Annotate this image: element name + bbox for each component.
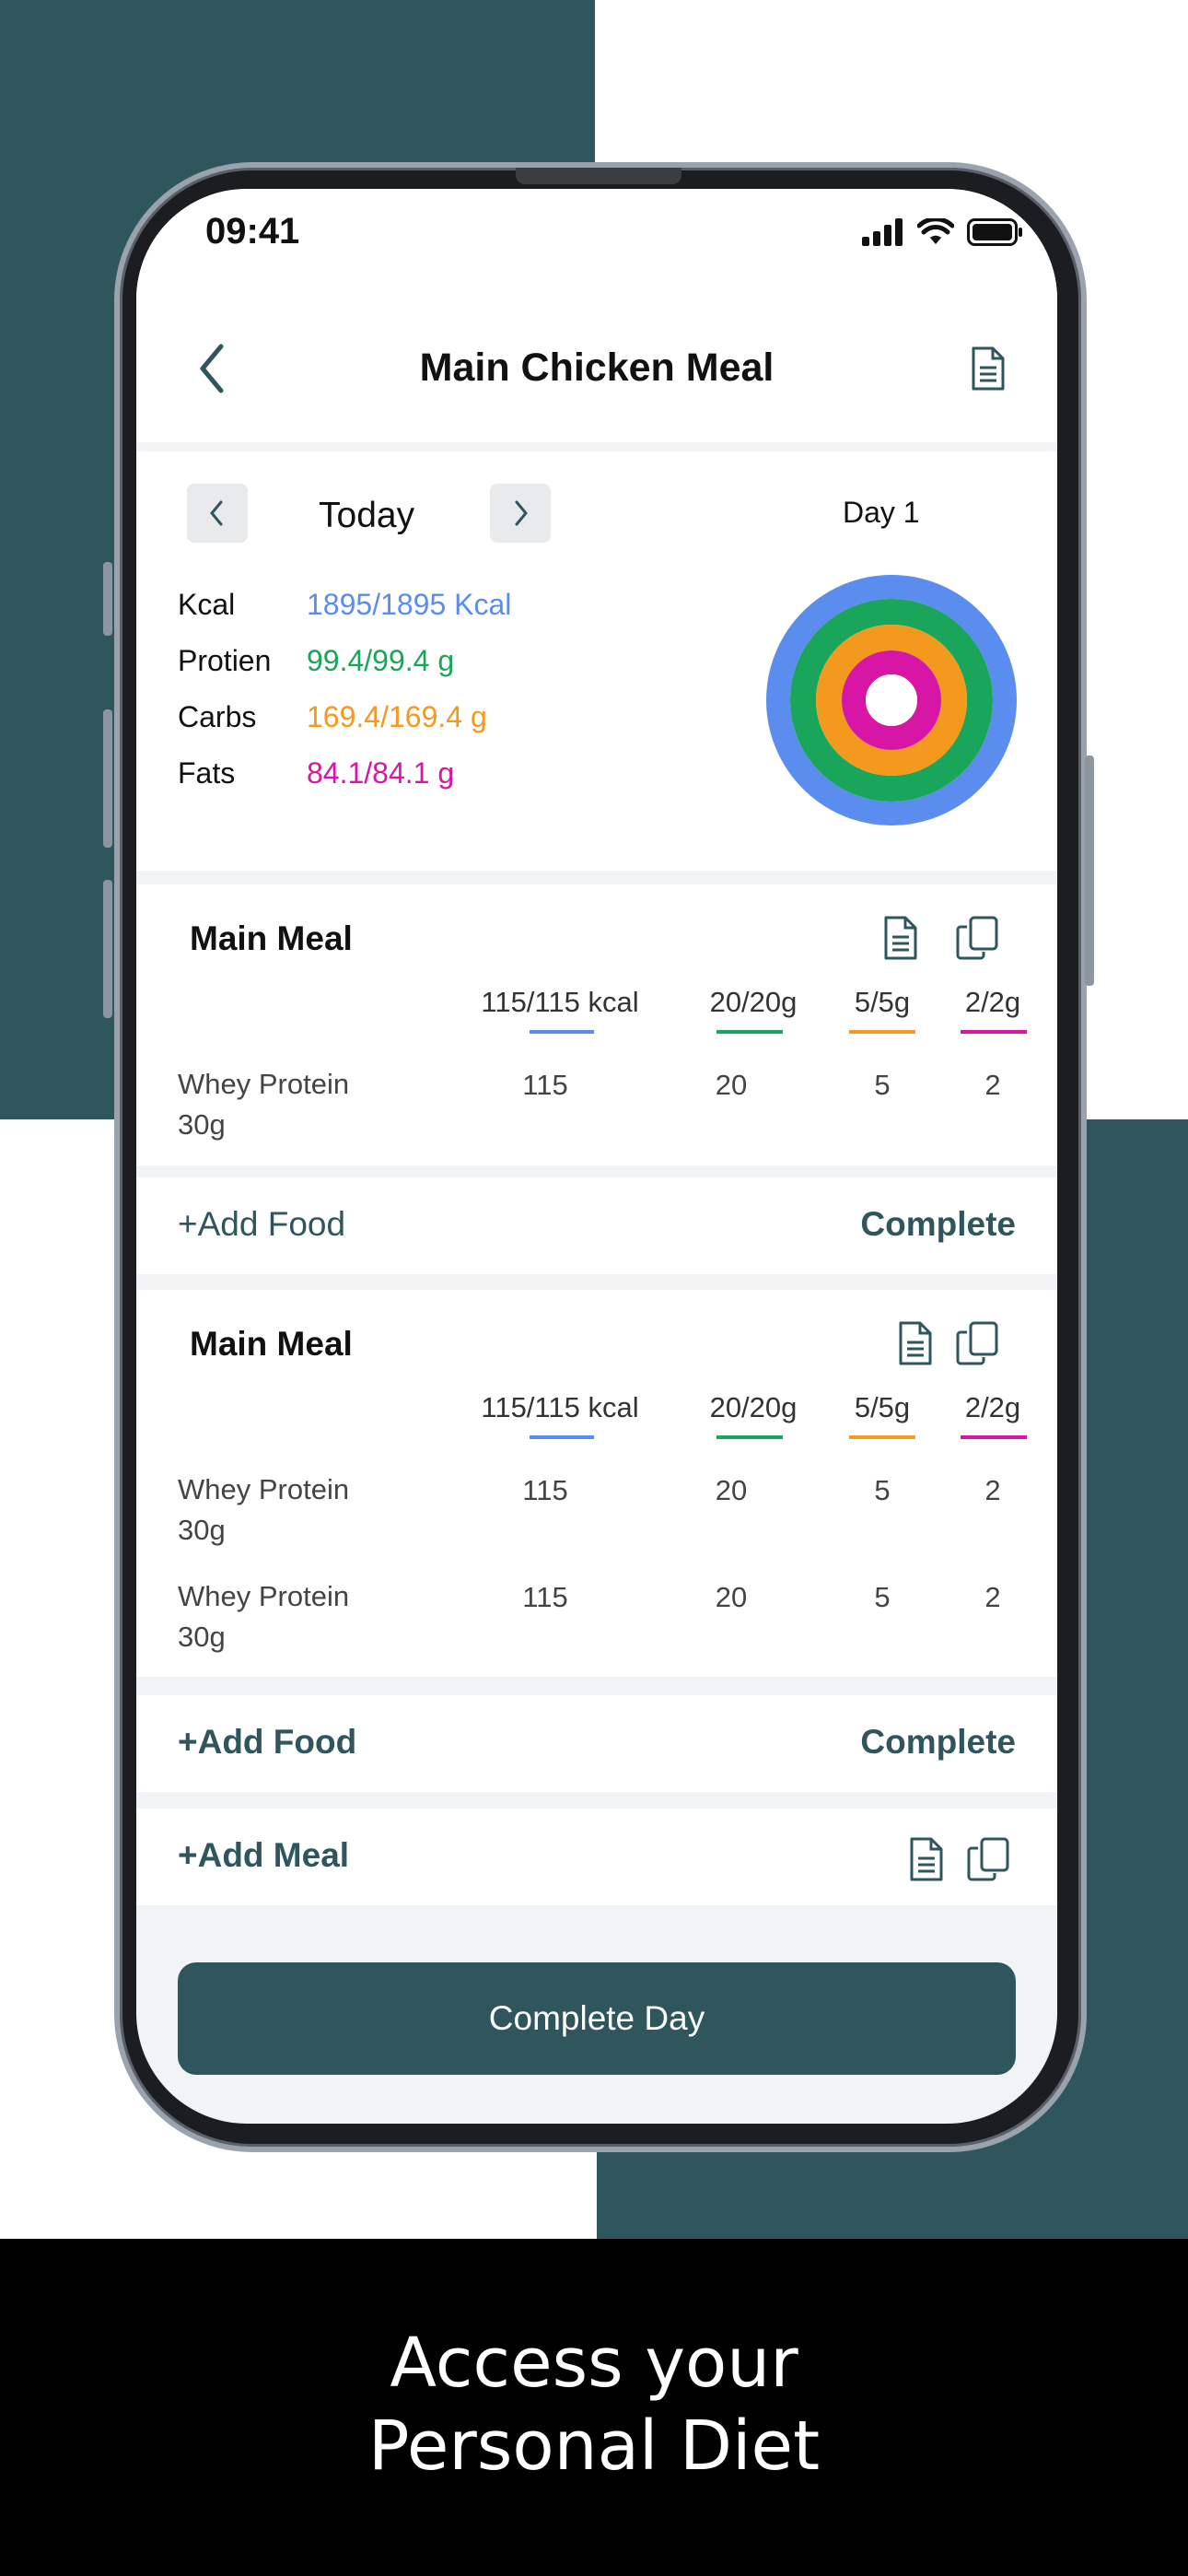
- food-name: Whey Protein: [178, 1580, 350, 1612]
- app-header: Main Chicken Meal: [136, 290, 1057, 442]
- copy-icon[interactable]: [954, 915, 1000, 961]
- power-button: [1085, 755, 1094, 986]
- add-meal-row: +Add Meal: [136, 1809, 1057, 1905]
- header-carbs: 5/5g: [854, 986, 911, 1018]
- meal-card-2: Main Meal 115/115 kcal 20/20g 5/5g 2/2g: [136, 1290, 1057, 1677]
- fats-underline: [961, 1435, 1027, 1439]
- add-food-button[interactable]: +Add Food: [178, 1723, 356, 1762]
- chevron-right-icon: [515, 500, 528, 526]
- complete-day-button[interactable]: Complete Day: [178, 1962, 1016, 2075]
- next-day-button[interactable]: [490, 484, 551, 543]
- food-name: Whey Protein: [178, 1473, 350, 1505]
- header-kcal: 115/115 kcal: [481, 1391, 639, 1423]
- header-protein: 20/20g: [709, 1391, 798, 1423]
- caption-line-1: Access your: [390, 2324, 798, 2403]
- speaker-notch: [516, 168, 681, 184]
- meal-card-1: Main Meal 115/115 kcal 20/20g 5/5g 2/2g: [136, 884, 1057, 1165]
- food-item-name[interactable]: Whey Protein 30g: [178, 1064, 349, 1145]
- food-protein: 20: [715, 1581, 748, 1613]
- protein-underline: [716, 1435, 783, 1439]
- macro-rings-chart: [766, 575, 1017, 825]
- food-kcal: 115: [522, 1581, 568, 1613]
- header-protein: 20/20g: [709, 986, 798, 1018]
- add-food-button[interactable]: +Add Food: [178, 1205, 345, 1244]
- previous-day-button[interactable]: [187, 484, 248, 543]
- food-kcal: 115: [522, 1474, 568, 1506]
- promo-caption: Access your Personal Diet: [0, 2322, 1188, 2488]
- add-meal-button[interactable]: +Add Meal: [178, 1836, 349, 1875]
- food-name: Whey Protein: [178, 1068, 350, 1100]
- header-carbs: 5/5g: [854, 1391, 911, 1423]
- macro-label-kcal: Kcal: [178, 588, 236, 621]
- document-icon[interactable]: [897, 1320, 934, 1366]
- mute-switch: [103, 562, 112, 636]
- header-fats: 2/2g: [964, 1391, 1021, 1423]
- protein-underline: [716, 1030, 783, 1034]
- meal-2-actions: +Add Food Complete: [136, 1695, 1057, 1792]
- chevron-left-icon: [210, 500, 223, 526]
- carbs-underline: [849, 1030, 915, 1034]
- food-fats: 2: [984, 1474, 1001, 1506]
- signal-icon: [862, 218, 903, 246]
- caption-line-2: Personal Diet: [367, 2406, 821, 2486]
- page-title: Main Chicken Meal: [419, 345, 775, 390]
- carbs-underline: [849, 1435, 915, 1439]
- food-carbs: 5: [874, 1069, 891, 1101]
- food-item-name[interactable]: Whey Protein 30g: [178, 1576, 349, 1657]
- food-kcal: 115: [522, 1069, 568, 1101]
- header-kcal: 115/115 kcal: [481, 986, 639, 1018]
- macro-value-protein: 99.4/99.4 g: [307, 644, 455, 677]
- food-protein: 20: [715, 1069, 748, 1101]
- food-carbs: 5: [874, 1474, 891, 1506]
- copy-icon[interactable]: [954, 1320, 1000, 1366]
- macro-value-carbs: 169.4/169.4 g: [307, 700, 487, 733]
- document-icon[interactable]: [970, 345, 1007, 392]
- header-fats: 2/2g: [964, 986, 1021, 1018]
- food-qty: 30g: [178, 1621, 226, 1653]
- meal-title: Main Meal: [190, 919, 353, 957]
- document-icon[interactable]: [882, 915, 919, 961]
- day-number: Day 1: [843, 496, 920, 529]
- status-icons: [862, 218, 1024, 246]
- document-icon[interactable]: [908, 1836, 945, 1882]
- ring-center: [866, 674, 917, 726]
- macro-value-fats: 84.1/84.1 g: [307, 756, 455, 790]
- macro-value-kcal: 1895/1895 Kcal: [307, 588, 512, 621]
- food-qty: 30g: [178, 1514, 226, 1546]
- meal-title: Main Meal: [190, 1325, 353, 1363]
- wifi-icon: [917, 218, 954, 244]
- complete-meal-button[interactable]: Complete: [860, 1205, 1016, 1244]
- daily-summary-card: Today Day 1 Kcal 1895/1895 Kcal Protien …: [136, 451, 1057, 871]
- volume-down-button: [103, 880, 112, 1018]
- fats-underline: [961, 1030, 1027, 1034]
- food-fats: 2: [984, 1581, 1001, 1613]
- status-time: 09:41: [205, 211, 300, 252]
- food-protein: 20: [715, 1474, 748, 1506]
- volume-up-button: [103, 709, 112, 848]
- status-bar: 09:41: [136, 189, 1057, 290]
- kcal-underline: [530, 1435, 594, 1439]
- page: 09:41 Main Chicken Meal Today Day 1 Kcal…: [0, 0, 1188, 2576]
- battery-icon: [967, 218, 1022, 246]
- copy-icon[interactable]: [965, 1836, 1011, 1882]
- kcal-underline: [530, 1030, 594, 1034]
- meal-1-actions: +Add Food Complete: [136, 1177, 1057, 1274]
- food-qty: 30g: [178, 1108, 226, 1141]
- food-carbs: 5: [874, 1581, 891, 1613]
- macro-label-protein: Protien: [178, 644, 272, 677]
- day-label: Today: [319, 496, 415, 535]
- food-fats: 2: [984, 1069, 1001, 1101]
- macro-label-carbs: Carbs: [178, 700, 257, 733]
- complete-meal-button[interactable]: Complete: [860, 1723, 1016, 1762]
- food-item-name[interactable]: Whey Protein 30g: [178, 1469, 349, 1551]
- app-screen: 09:41 Main Chicken Meal Today Day 1 Kcal…: [136, 189, 1057, 2124]
- macro-label-fats: Fats: [178, 756, 236, 790]
